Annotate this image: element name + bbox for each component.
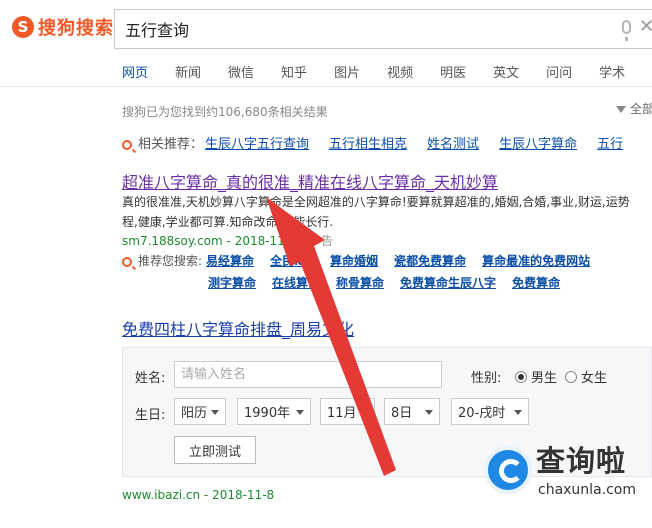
tab-news[interactable]: 新闻 bbox=[175, 62, 201, 81]
related-link[interactable]: 五行 bbox=[597, 137, 623, 152]
tab-video[interactable]: 视频 bbox=[387, 62, 413, 81]
result-url-text: sm7.188soy.com - 2018-11-8 bbox=[122, 234, 297, 248]
recommend-link[interactable]: 易经算命 bbox=[206, 254, 254, 268]
name-label: 姓名: bbox=[135, 371, 166, 386]
hour-select[interactable]: 20-戌时 bbox=[451, 398, 529, 425]
result-url: www.ibazi.cn - 2018-11-8 bbox=[122, 488, 275, 502]
result-snippet: 真的很准准,天机妙算八字算命是全网超准的八字算命!要算就算超准的,婚姻,合婚,事… bbox=[122, 192, 652, 232]
name-input[interactable] bbox=[174, 361, 442, 388]
day-select[interactable]: 8日 bbox=[384, 398, 440, 425]
snippet-line: 程,健康,学业都可算.知命改命,方能长行. bbox=[122, 215, 334, 229]
recommend-link[interactable]: 算命婚姻 bbox=[330, 254, 378, 268]
result-url: sm7.188soy.com - 2018-11-8- 广告 bbox=[122, 232, 333, 249]
year-value: 1990年 bbox=[244, 406, 291, 421]
recommend-link[interactable]: 免费算命 bbox=[512, 276, 560, 290]
tab-weixin[interactable]: 微信 bbox=[228, 62, 254, 81]
tab-images[interactable]: 图片 bbox=[334, 62, 360, 81]
tab-scholar[interactable]: 学术 bbox=[599, 62, 625, 81]
tab-wenwen[interactable]: 问问 bbox=[546, 62, 572, 81]
recommend-link[interactable]: 在线算命 bbox=[272, 276, 320, 290]
search-icon bbox=[122, 139, 132, 150]
search-box bbox=[114, 9, 652, 49]
tab-english[interactable]: 英文 bbox=[493, 62, 519, 81]
recommend-link[interactable]: 全民k歌 bbox=[270, 254, 314, 268]
microphone-icon[interactable] bbox=[622, 20, 631, 41]
tab-web[interactable]: 网页 bbox=[122, 62, 148, 81]
year-select[interactable]: 1990年 bbox=[237, 398, 311, 425]
filter-label: 全部 bbox=[630, 102, 652, 116]
result-title-link[interactable]: 免费四柱八字算命排盘_周易文化 bbox=[122, 316, 354, 340]
birth-label: 生日: bbox=[135, 408, 166, 423]
month-select[interactable]: 11月 bbox=[320, 398, 375, 425]
chevron-down-icon bbox=[296, 410, 304, 415]
recommend-link[interactable]: 称骨算命 bbox=[336, 276, 384, 290]
gender-male-label: 男生 bbox=[531, 371, 558, 386]
calendar-select[interactable]: 阳历 bbox=[174, 398, 226, 425]
search-input[interactable] bbox=[125, 19, 595, 39]
radio-checked-icon bbox=[515, 370, 527, 383]
tab-zhihu[interactable]: 知乎 bbox=[281, 62, 307, 81]
month-value: 11月 bbox=[327, 406, 357, 421]
gender-female-label: 女生 bbox=[581, 371, 608, 386]
gender-label: 性别: bbox=[471, 371, 502, 386]
radio-unchecked-icon bbox=[565, 370, 577, 383]
day-value: 8日 bbox=[391, 406, 413, 421]
recommend-link[interactable]: 免费算命生辰八字 bbox=[400, 276, 496, 290]
related-link[interactable]: 生辰八字五行查询 bbox=[205, 137, 309, 152]
recommend-link[interactable]: 测字算命 bbox=[208, 276, 256, 290]
tab-divider bbox=[0, 86, 652, 87]
related-link[interactable]: 五行相生相克 bbox=[329, 137, 407, 152]
logo-text: 搜狗搜索 bbox=[38, 18, 114, 39]
related-label: 相关推荐： bbox=[138, 137, 204, 152]
chevron-down-icon bbox=[514, 410, 522, 415]
recommend-link[interactable]: 算命最准的免费网站 bbox=[482, 254, 590, 268]
filter-button[interactable]: 全部 bbox=[616, 100, 652, 117]
gender-female-radio[interactable]: 女生 bbox=[565, 367, 607, 386]
recommended-searches: 推荐您搜索: 易经算命 全民k歌 算命婚姻 瓷都免费算命 算命最准的免费网站 bbox=[122, 252, 606, 269]
search-tabs: 网页 新闻 微信 知乎 图片 视频 明医 英文 问问 学术 更 bbox=[122, 62, 652, 81]
watermark: 查询啦 chaxunla.com bbox=[478, 432, 650, 512]
recommend-label: 推荐您搜索: bbox=[138, 254, 203, 268]
recommended-searches-row2: 测字算命 在线算命 称骨算命 免费算命生辰八字 免费算命 bbox=[208, 274, 576, 291]
gender-male-radio[interactable]: 男生 bbox=[515, 367, 557, 386]
submit-test-button[interactable]: 立即测试 bbox=[174, 436, 256, 464]
recommend-link[interactable]: 瓷都免费算命 bbox=[394, 254, 466, 268]
clear-icon[interactable]: ✕ bbox=[639, 16, 652, 37]
watermark-text: 查询啦 bbox=[536, 444, 627, 478]
tab-medical[interactable]: 明医 bbox=[440, 62, 466, 81]
watermark-logo-icon bbox=[484, 446, 532, 494]
filter-icon bbox=[616, 106, 626, 113]
related-searches: 相关推荐： 生辰八字五行查询 五行相生相克 姓名测试 生辰八字算命 五行 bbox=[122, 133, 643, 152]
snippet-line: 真的很准准,天机妙算八字算命是全网超准的八字算命!要算就算超准的,婚姻,合婚,事… bbox=[122, 195, 630, 209]
related-link[interactable]: 生辰八字算命 bbox=[499, 137, 577, 152]
search-icon bbox=[122, 256, 132, 267]
logo-mark-icon: S bbox=[12, 16, 34, 38]
watermark-domain: chaxunla.com bbox=[538, 482, 636, 498]
chevron-down-icon bbox=[211, 410, 219, 415]
related-link[interactable]: 姓名测试 bbox=[427, 137, 479, 152]
ad-badge: - 广告 bbox=[300, 234, 333, 248]
chevron-down-icon bbox=[360, 410, 368, 415]
result-title-link[interactable]: 超准八字算命_真的很准_精准在线八字算命_天机妙算 bbox=[122, 169, 498, 193]
sogou-logo[interactable]: S 搜狗搜索 bbox=[12, 14, 114, 40]
hour-value: 20-戌时 bbox=[458, 406, 506, 421]
result-count: 搜狗已为您找到约106,680条相关结果 bbox=[122, 105, 328, 119]
calendar-value: 阳历 bbox=[181, 406, 208, 421]
chevron-down-icon bbox=[425, 410, 433, 415]
